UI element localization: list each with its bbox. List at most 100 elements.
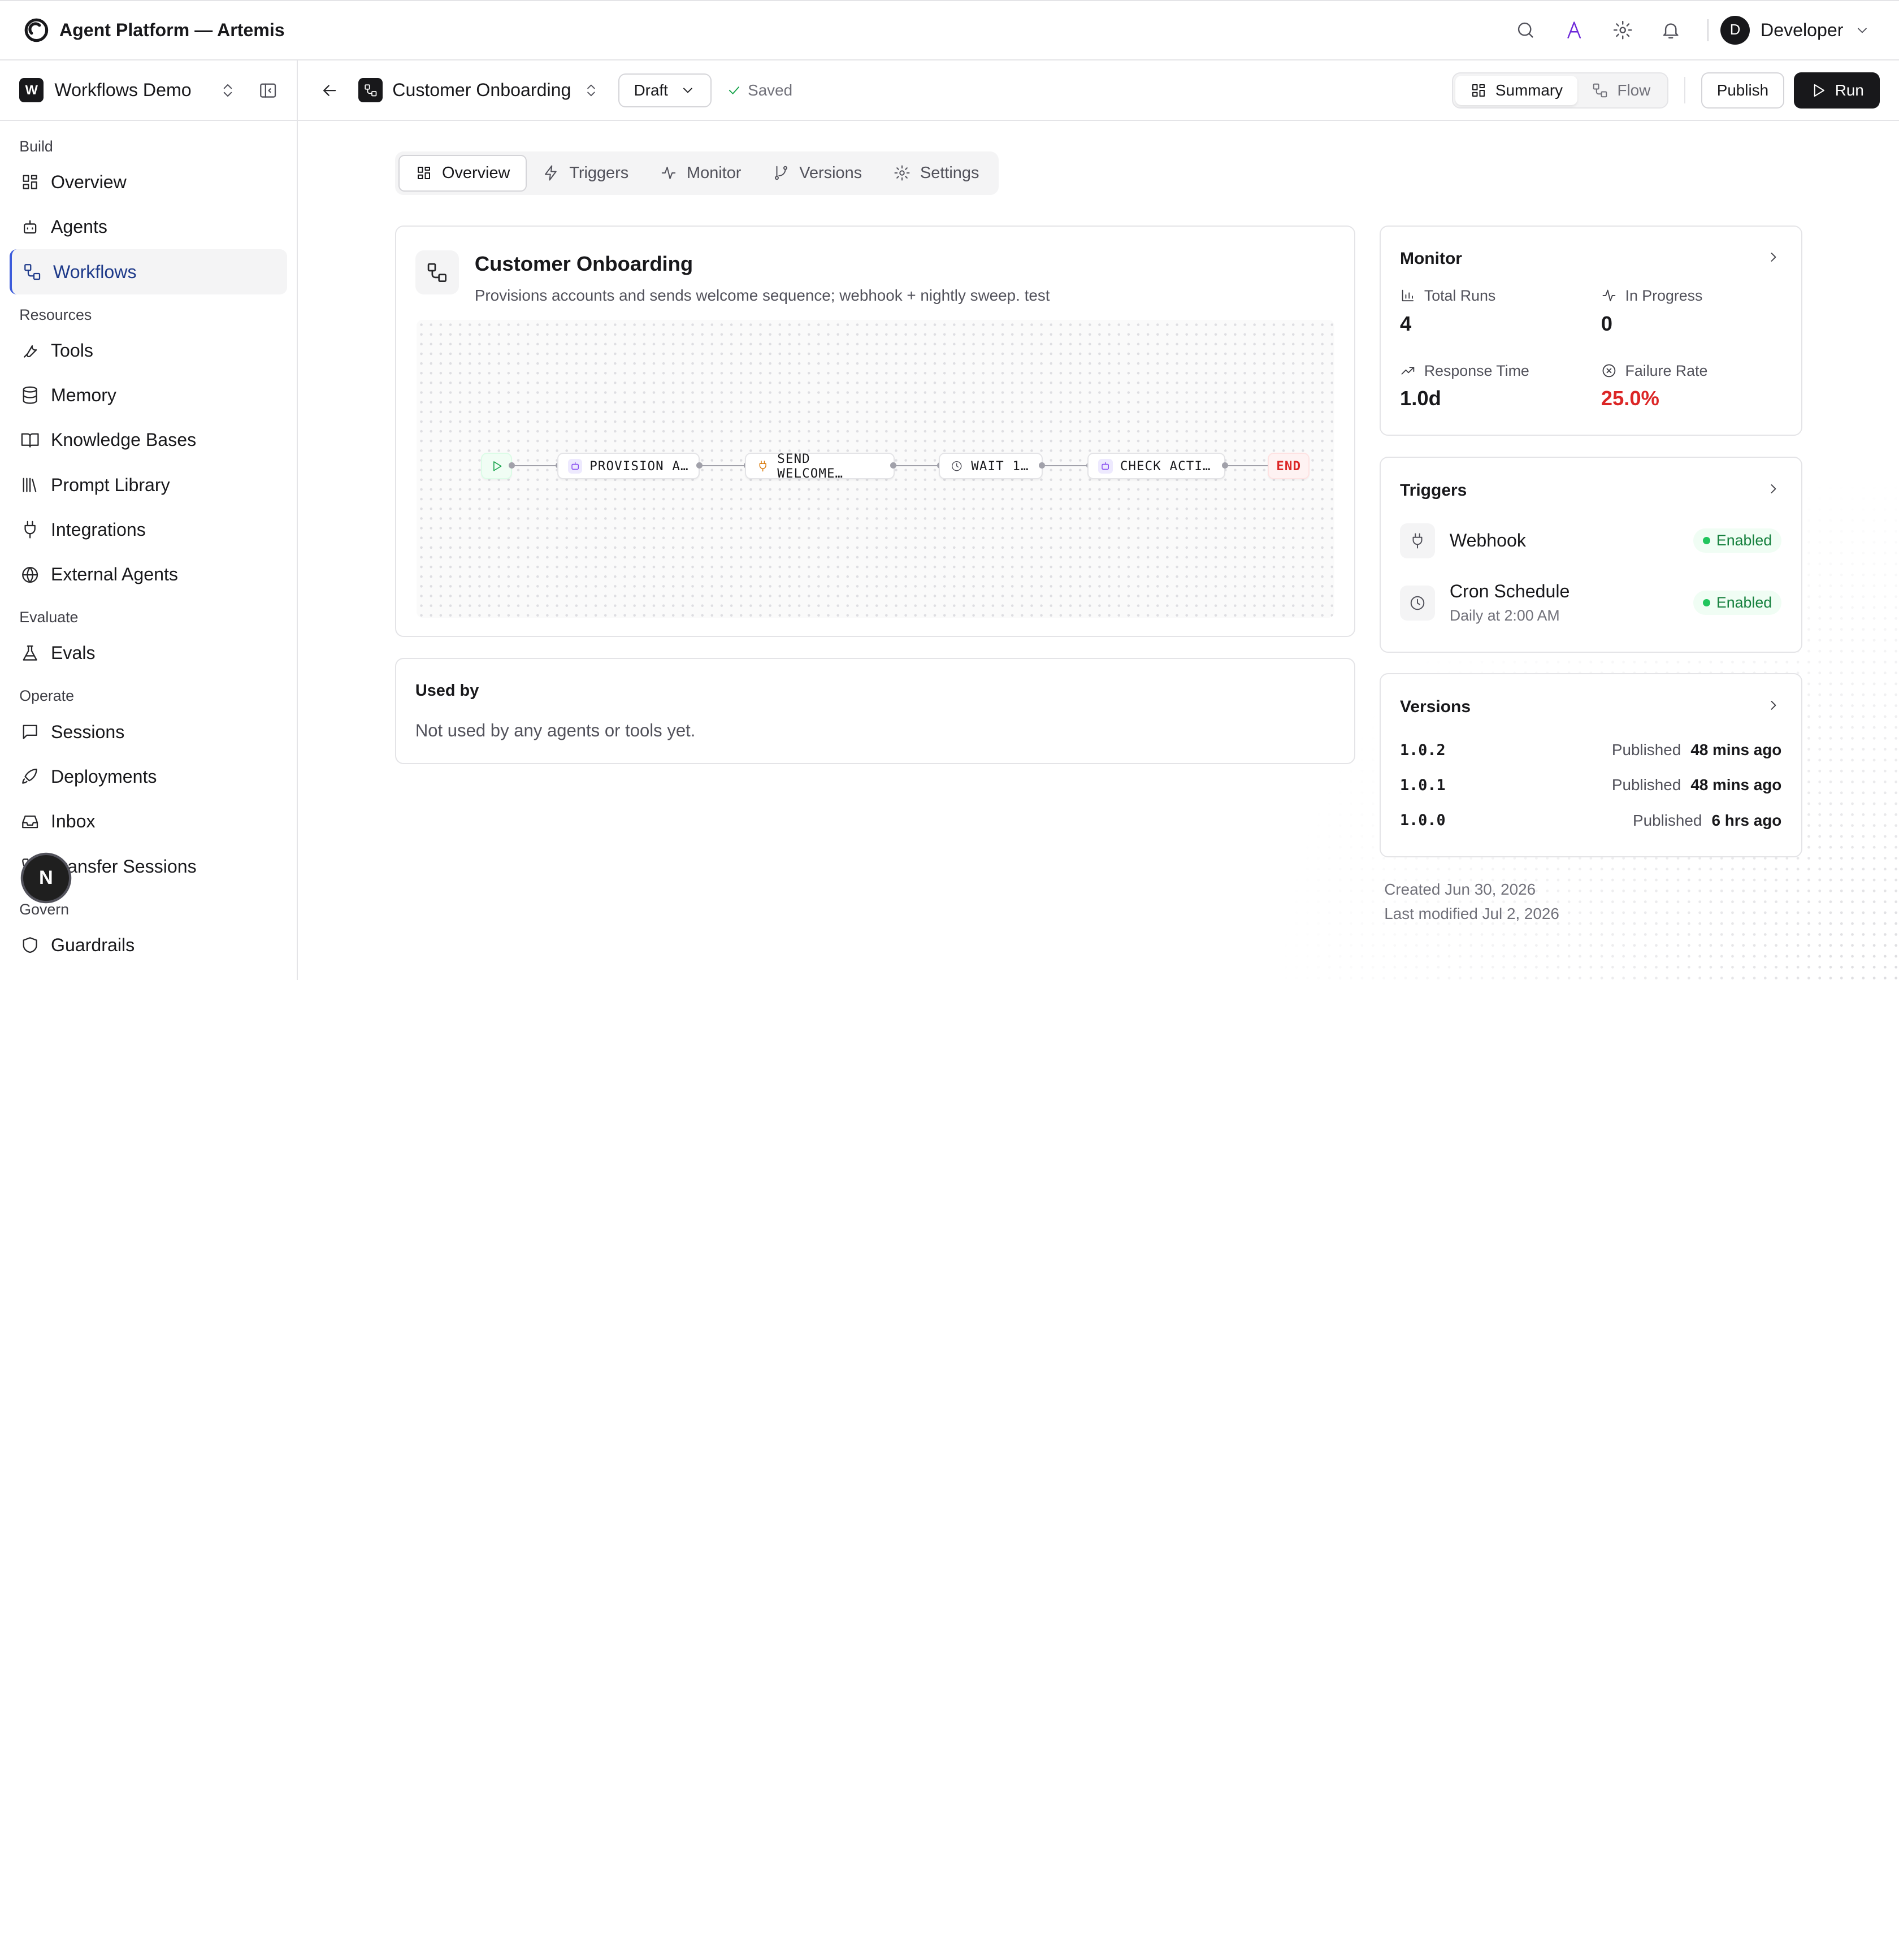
flow-node-label: CHECK ACTI…	[1120, 458, 1211, 474]
sidebar-item-evals[interactable]: Evals	[10, 631, 287, 675]
sidebar-item-guardrails[interactable]: Guardrails	[10, 923, 287, 968]
flow-end-node[interactable]: END	[1268, 453, 1310, 480]
saved-label: Saved	[748, 81, 793, 99]
sidebar-item-agents[interactable]: Agents	[10, 205, 287, 249]
bar-chart-icon	[1402, 289, 1414, 302]
workflow-icon	[415, 250, 459, 294]
monitor-card[interactable]: Monitor Total Runs 4 In Progress 0 Respo…	[1379, 225, 1802, 436]
flow-node-check-activation[interactable]: CHECK ACTI…	[1087, 453, 1226, 480]
bell-icon	[1663, 23, 1679, 39]
saved-indicator: Saved	[726, 81, 793, 99]
search-button[interactable]	[1502, 11, 1550, 50]
sidebar-item-integrations[interactable]: Integrations	[10, 508, 287, 552]
workflow-header: Customer Onboarding Draft Saved Summary …	[298, 60, 1899, 122]
sidebar-collapse-icon[interactable]	[258, 81, 278, 100]
settings-button[interactable]	[1598, 11, 1647, 50]
grid-icon	[1472, 84, 1485, 97]
sidebar-item-overview[interactable]: Overview	[10, 160, 287, 205]
version-state: Published	[1633, 811, 1702, 829]
avatar: D	[1720, 15, 1750, 45]
activity-icon	[661, 167, 676, 180]
chevron-right-icon[interactable]	[1766, 697, 1781, 713]
sidebar-item-external-agents[interactable]: External Agents	[10, 552, 287, 597]
stat-in-progress: In Progress 0	[1601, 287, 1703, 336]
tab-versions[interactable]: Versions	[757, 155, 878, 191]
version-row[interactable]: 1.0.2 Published 48 mins ago	[1400, 741, 1781, 759]
sidebar-item-knowledge-bases[interactable]: Knowledge Bases	[10, 418, 287, 462]
tab-overview[interactable]: Overview	[398, 155, 527, 192]
view-summary-button[interactable]: Summary	[1455, 75, 1577, 105]
tab-settings[interactable]: Settings	[878, 155, 995, 191]
tab-monitor[interactable]: Monitor	[644, 155, 757, 191]
workflow-switcher[interactable]	[583, 83, 599, 98]
publish-button[interactable]: Publish	[1701, 72, 1784, 109]
flask-icon	[23, 645, 38, 661]
trigger-row-webhook[interactable]: Webhook Enabled	[1399, 523, 1782, 558]
status-select[interactable]: Draft	[618, 73, 712, 107]
chevron-right-icon[interactable]	[1766, 249, 1781, 265]
section-tabs: Overview Triggers Monitor Versions Setti…	[394, 151, 999, 195]
triggers-card[interactable]: Triggers Webhook Enabled Cron Schedule D…	[1379, 456, 1802, 653]
assistant-button[interactable]	[1550, 11, 1598, 50]
user-menu[interactable]: D Developer	[1720, 15, 1870, 45]
status-select-value: Draft	[634, 81, 668, 99]
floating-dev-button[interactable]: N	[23, 855, 70, 901]
main-content: Overview Triggers Monitor Versions Setti…	[298, 121, 1899, 980]
flow-start-node[interactable]	[480, 453, 513, 480]
versions-card[interactable]: Versions 1.0.2 Published 48 mins ago 1.0…	[1379, 673, 1802, 858]
trigger-name: Cron Schedule	[1449, 581, 1570, 602]
version-row[interactable]: 1.0.0 Published 6 hrs ago	[1400, 812, 1781, 830]
workflow-title[interactable]: Customer Onboarding	[392, 80, 571, 101]
version-row[interactable]: 1.0.1 Published 48 mins ago	[1400, 776, 1781, 794]
run-label: Run	[1835, 81, 1864, 99]
sidebar-item-tools[interactable]: Tools	[10, 328, 287, 373]
sidebar-item-label: Prompt Library	[50, 474, 170, 495]
flow-node-provision[interactable]: PROVISION A…	[557, 453, 700, 480]
chevron-up-down-icon[interactable]	[219, 82, 236, 99]
trending-up-icon	[1401, 367, 1415, 375]
created-date: Created Jun 30, 2026	[1384, 880, 1536, 898]
brand[interactable]: Agent Platform — Artemis	[24, 18, 285, 42]
play-icon	[1814, 84, 1824, 97]
clock-icon	[950, 459, 964, 474]
flow-node-wait[interactable]: WAIT 1…	[938, 453, 1043, 480]
letter-a-icon	[1567, 21, 1581, 39]
sidebar-item-prompt-library[interactable]: Prompt Library	[10, 463, 287, 508]
sidebar-item-memory[interactable]: Memory	[10, 373, 287, 418]
sidebar-item-label: Memory	[50, 385, 116, 406]
header-divider	[1684, 77, 1686, 104]
tab-label: Triggers	[569, 163, 629, 182]
view-flow-button[interactable]: Flow	[1577, 76, 1665, 105]
app-root: Agent Platform — Artemis D Developer W W…	[0, 0, 1899, 980]
version-state: Published	[1611, 741, 1681, 759]
tab-label: Versions	[799, 163, 862, 182]
chevron-up-down-icon	[587, 84, 595, 96]
plug-icon	[756, 459, 770, 474]
run-button[interactable]: Run	[1793, 72, 1880, 109]
notifications-button[interactable]	[1647, 11, 1696, 50]
rocket-icon	[22, 769, 38, 784]
sidebar-item-label: Evals	[50, 643, 96, 664]
flow-node-send-welcome[interactable]: SEND WELCOME…	[744, 452, 895, 481]
sidebar-item-inbox[interactable]: Inbox	[10, 799, 287, 844]
back-button[interactable]	[320, 81, 339, 100]
grid-icon	[417, 167, 430, 180]
flow-node-label: WAIT 1…	[971, 458, 1029, 474]
activity-icon	[1602, 289, 1615, 302]
status-badge: Enabled	[1693, 591, 1782, 615]
sidebar-item-label: Workflows	[53, 261, 137, 282]
chevron-right-icon[interactable]	[1766, 481, 1781, 497]
workflow-badge-icon	[358, 78, 383, 103]
sidebar-item-label: Overview	[50, 171, 127, 192]
view-summary-label: Summary	[1495, 81, 1563, 99]
flow-preview-canvas[interactable]: PROVISION A… SEND WELCOME… WAIT 1… CHECK…	[416, 319, 1335, 618]
tab-triggers[interactable]: Triggers	[527, 155, 644, 191]
workspace-switcher[interactable]: W Workflows Demo	[0, 60, 297, 122]
workspace-badge: W	[19, 78, 44, 103]
workflow-summary-header: Customer Onboarding Provisions accounts …	[415, 250, 1050, 304]
sidebar-item-sessions[interactable]: Sessions	[10, 710, 287, 754]
sidebar-item-workflows[interactable]: Workflows	[10, 249, 287, 294]
user-name: Developer	[1761, 20, 1844, 41]
trigger-row-cron[interactable]: Cron Schedule Daily at 2:00 AM Enabled	[1399, 581, 1782, 625]
sidebar-item-deployments[interactable]: Deployments	[10, 754, 287, 799]
